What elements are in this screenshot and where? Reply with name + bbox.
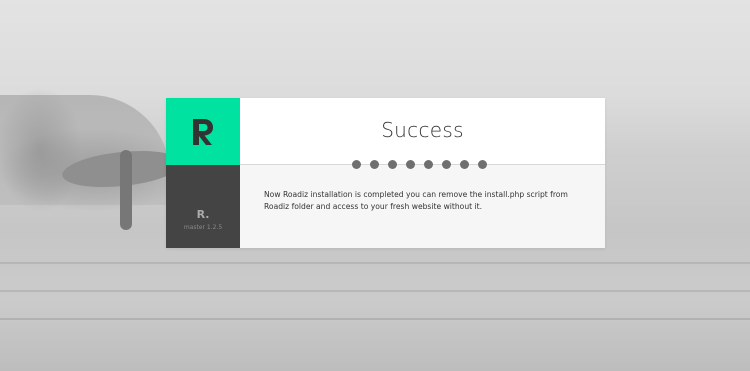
card-header: Success xyxy=(240,98,605,164)
background-wave xyxy=(0,290,750,292)
success-message: Now Roadiz installation is completed you… xyxy=(264,190,568,211)
progress-steps xyxy=(352,160,487,169)
sidebar-logo: R. xyxy=(196,208,210,221)
background-wave xyxy=(0,318,750,320)
page-title: Success xyxy=(381,118,464,142)
progress-step-dot xyxy=(406,160,415,169)
background-wave xyxy=(0,262,750,264)
progress-step-dot xyxy=(478,160,487,169)
progress-step-dot xyxy=(442,160,451,169)
progress-step-dot xyxy=(460,160,469,169)
progress-step-dot xyxy=(388,160,397,169)
progress-step-dot xyxy=(424,160,433,169)
background-figure xyxy=(120,150,132,230)
roadiz-logo-icon xyxy=(193,118,213,145)
install-card: R. master 1.2.5 Success Now Roadiz insta… xyxy=(166,98,605,248)
progress-step-dot xyxy=(370,160,379,169)
version-label: master 1.2.5 xyxy=(183,224,223,231)
progress-step-dot xyxy=(352,160,361,169)
brand-tile xyxy=(166,98,240,165)
sidebar-panel xyxy=(166,165,240,248)
